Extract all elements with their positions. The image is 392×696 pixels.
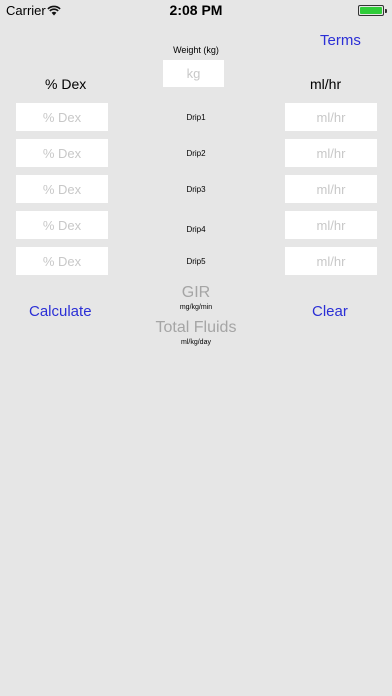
drip1-rate-input[interactable]	[285, 103, 377, 131]
drip3-rate-input[interactable]	[285, 175, 377, 203]
rate-column-header: ml/hr	[310, 76, 342, 92]
gir-unit-label: mg/kg/min	[179, 304, 213, 311]
status-time: 2:08 PM	[169, 2, 223, 18]
gir-result: GIR	[181, 284, 211, 301]
fluids-unit-label: ml/kg/day	[181, 339, 211, 346]
weight-label: Weight (kg)	[173, 45, 219, 55]
status-bar: Carrier 2:08 PM	[0, 0, 392, 20]
drip5-rate-input[interactable]	[285, 247, 377, 275]
weight-input[interactable]	[163, 60, 224, 87]
drip2-rate-input[interactable]	[285, 139, 377, 167]
total-fluids-result: Total Fluids	[155, 319, 237, 336]
battery-icon	[358, 5, 387, 16]
drip4-rate-input[interactable]	[285, 211, 377, 239]
dex-column-header: % Dex	[45, 76, 87, 92]
